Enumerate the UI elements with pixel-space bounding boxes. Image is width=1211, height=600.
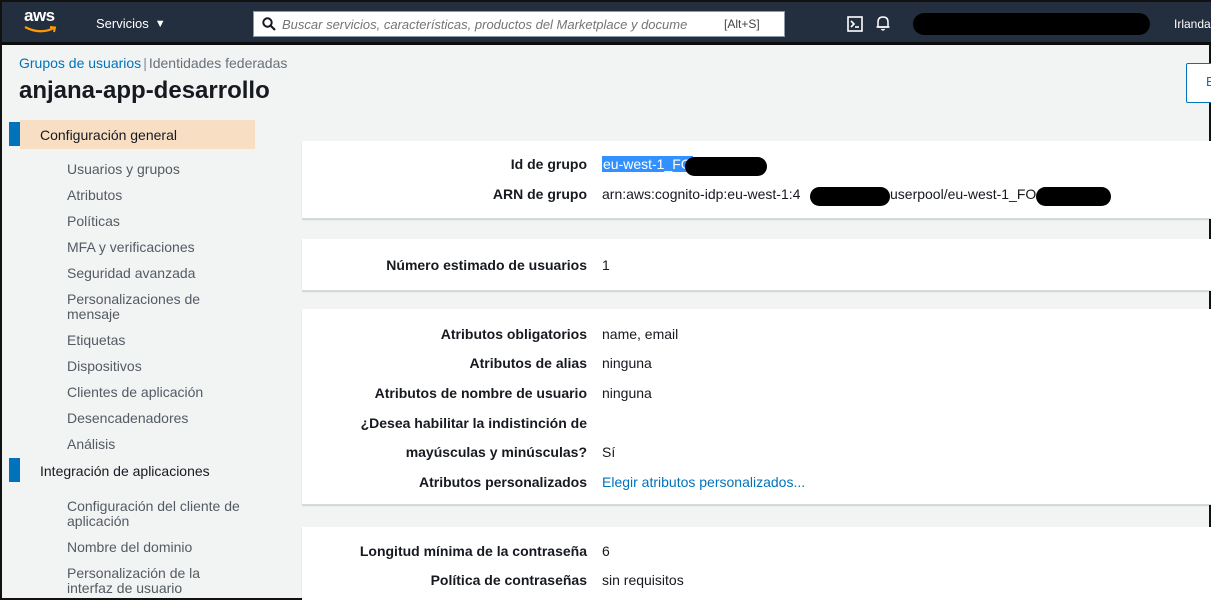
password-policy-row: Política de contraseñas sin requisitos xyxy=(302,572,1211,592)
password-policy-value: sin requisitos xyxy=(602,572,684,588)
top-nav-bar: aws Servicios ▼ [Alt+S] Irlanda xyxy=(2,2,1211,45)
sidebar-item-domain-name[interactable]: Nombre del dominio xyxy=(2,540,272,555)
password-min-length-label: Longitud mínima de la contraseña xyxy=(359,543,587,559)
sidebar-item-message-customizations[interactable]: Personalizaciones de mensaje xyxy=(2,292,232,322)
case-insensitivity-value: Sí xyxy=(602,444,616,460)
sidebar-item-app-clients[interactable]: Clientes de aplicación xyxy=(2,385,272,400)
search-shortcut: [Alt+S] xyxy=(724,17,760,31)
password-min-length-value: 6 xyxy=(602,543,610,559)
breadcrumb-federated-identities[interactable]: Identidades federadas xyxy=(149,55,288,71)
page-title: anjana-app-desarrollo xyxy=(19,77,270,104)
sidebar-item-analytics[interactable]: Análisis xyxy=(2,437,272,452)
breadcrumb-separator: | xyxy=(143,55,147,71)
sidebar-section-label: Integración de aplicaciones xyxy=(40,462,210,479)
redacted-account xyxy=(913,13,1150,35)
redacted-pool-suffix xyxy=(1036,187,1111,206)
username-attributes-label: Atributos de nombre de usuario xyxy=(374,385,587,401)
required-attributes-label: Atributos obligatorios xyxy=(440,326,587,342)
aws-logo[interactable]: aws xyxy=(24,6,64,38)
username-attributes-row: Atributos de nombre de usuario ninguna xyxy=(302,385,1211,405)
sidebar-item-advanced-security[interactable]: Seguridad avanzada xyxy=(2,266,272,281)
password-min-length-row: Longitud mínima de la contraseña 6 xyxy=(302,543,1211,563)
pool-id-label: Id de grupo xyxy=(510,156,587,172)
password-policy-label: Política de contraseñas xyxy=(430,572,587,588)
sidebar-item-triggers[interactable]: Desencadenadores xyxy=(2,411,272,426)
sidebar-item-attributes[interactable]: Atributos xyxy=(2,188,272,203)
sidebar-section-app-integration[interactable]: Integración de aplicaciones xyxy=(2,456,272,485)
case-insensitivity-row-1: ¿Desea habilitar la indistinción de xyxy=(302,415,1211,435)
search-input[interactable] xyxy=(282,16,722,32)
estimated-users-label: Número estimado de usuarios xyxy=(386,257,587,273)
sidebar-section-marker xyxy=(9,458,20,482)
pool-arn-label: ARN de grupo xyxy=(492,186,587,202)
pool-arn-value-suffix[interactable]: userpool/eu-west-1_FO xyxy=(890,186,1036,202)
sidebar-section-general-settings[interactable]: Configuración general xyxy=(9,120,255,149)
attributes-card: Atributos obligatorios name, email Atrib… xyxy=(302,309,1211,505)
sidebar-item-ui-customization[interactable]: Personalización de la interfaz de usuari… xyxy=(2,566,222,596)
case-insensitivity-label-line2: mayúsculas y minúsculas? xyxy=(405,444,587,460)
pool-id-card: Id de grupo eu-west-1_FO ARN de grupo ar… xyxy=(302,141,1211,219)
pool-id-value[interactable]: eu-west-1_FO xyxy=(602,156,693,172)
required-attributes-value: name, email xyxy=(602,326,679,342)
users-card: Número estimado de usuarios 1 xyxy=(302,239,1211,291)
caret-down-icon: ▼ xyxy=(154,17,166,30)
username-attributes-value: ninguna xyxy=(602,385,652,401)
region-selector[interactable]: Irlanda xyxy=(1174,17,1211,31)
cloudshell-icon[interactable] xyxy=(847,16,863,32)
sidebar-item-users-and-groups[interactable]: Usuarios y grupos xyxy=(2,162,272,177)
estimated-users-value: 1 xyxy=(602,257,610,273)
sidebar-item-app-client-settings[interactable]: Configuración del cliente de aplicación xyxy=(2,499,242,529)
sidebar-item-tags[interactable]: Etiquetas xyxy=(2,333,272,348)
alias-attributes-value: ninguna xyxy=(602,355,652,371)
sidebar-section-label: Configuración general xyxy=(40,126,177,143)
custom-attributes-label: Atributos personalizados xyxy=(418,474,587,490)
pool-arn-value[interactable]: arn:aws:cognito-idp:eu-west-1:4 xyxy=(602,186,800,202)
custom-attributes-row: Atributos personalizados Elegir atributo… xyxy=(302,474,1211,494)
sidebar-item-devices[interactable]: Dispositivos xyxy=(2,359,272,374)
sidebar: Configuración general Usuarios y grupos … xyxy=(2,120,272,596)
case-insensitivity-label-line1: ¿Desea habilitar la indistinción de xyxy=(360,415,587,431)
case-insensitivity-row-2: mayúsculas y minúsculas? Sí xyxy=(302,444,1211,464)
alias-attributes-row: Atributos de alias ninguna xyxy=(302,355,1211,375)
required-attributes-row: Atributos obligatorios name, email xyxy=(302,326,1211,346)
search-box[interactable]: [Alt+S] xyxy=(253,11,785,37)
sidebar-item-mfa[interactable]: MFA y verificaciones xyxy=(2,240,272,255)
sidebar-active-marker xyxy=(9,122,20,146)
redacted-pool-id xyxy=(685,157,767,176)
breadcrumb-user-pools[interactable]: Grupos de usuarios xyxy=(19,55,141,71)
bell-icon[interactable] xyxy=(875,14,891,32)
alias-attributes-label: Atributos de alias xyxy=(469,355,587,371)
services-menu[interactable]: Servicios ▼ xyxy=(96,16,166,31)
estimated-users-row: Número estimado de usuarios 1 xyxy=(302,257,1211,277)
edit-button[interactable]: E xyxy=(1186,63,1211,103)
choose-custom-attributes-link[interactable]: Elegir atributos personalizados... xyxy=(602,474,805,490)
sidebar-item-policies[interactable]: Políticas xyxy=(2,214,272,229)
search-icon xyxy=(262,17,276,31)
redacted-account-id xyxy=(810,187,890,206)
services-label: Servicios xyxy=(96,16,149,31)
aws-logo-text: aws xyxy=(24,6,55,25)
aws-smile-icon xyxy=(24,26,57,33)
password-card: Longitud mínima de la contraseña 6 Polít… xyxy=(302,527,1211,600)
breadcrumb: Grupos de usuarios | Identidades federadas xyxy=(19,55,287,71)
